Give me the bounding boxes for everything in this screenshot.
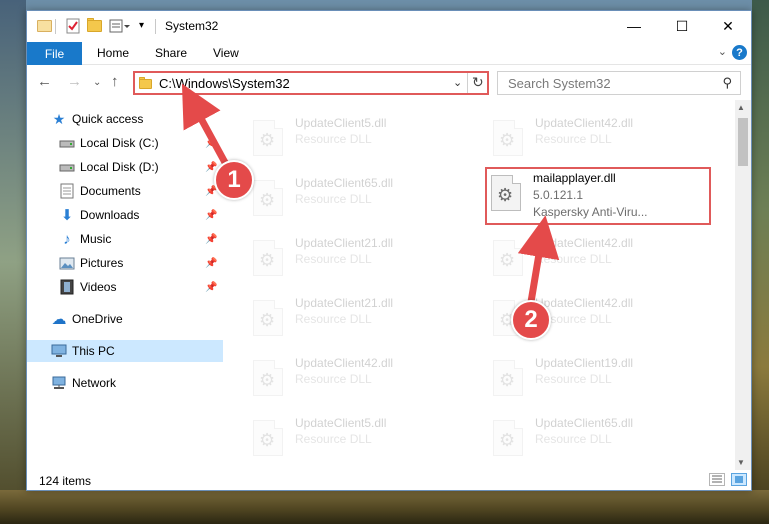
arrow-to-highlighted-file (517, 215, 560, 303)
step-1-badge: 1 (214, 160, 254, 200)
annotation-arrows (181, 83, 560, 303)
arrow-to-address-bar (181, 83, 232, 170)
step-2-badge: 2 (511, 300, 551, 340)
